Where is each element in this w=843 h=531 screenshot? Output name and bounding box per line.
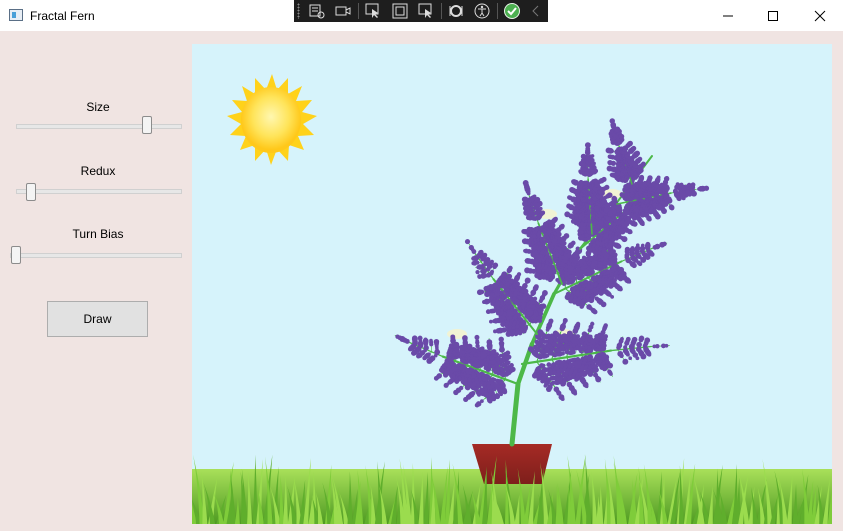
- fern-scene: [192, 74, 832, 524]
- track-focus-icon[interactable]: [417, 2, 435, 20]
- layout-adorner-icon[interactable]: [391, 2, 409, 20]
- collapse-chevron-icon[interactable]: [527, 2, 545, 20]
- maximize-icon: [768, 10, 778, 21]
- turn-bias-slider[interactable]: [10, 253, 182, 258]
- redux-slider[interactable]: [16, 189, 182, 194]
- maximize-button[interactable]: [750, 0, 796, 31]
- grip-icon[interactable]: [297, 3, 300, 19]
- flower-pot: [472, 444, 552, 484]
- hot-reload-icon[interactable]: [447, 2, 465, 20]
- fern-canvas: [192, 44, 832, 524]
- redux-slider-thumb[interactable]: [26, 183, 36, 201]
- debug-toolbar: [294, 0, 548, 22]
- turn-bias-label: Turn Bias: [72, 227, 124, 241]
- sun-icon: [227, 74, 317, 165]
- app-icon: [9, 9, 23, 21]
- turn-bias-slider-thumb[interactable]: [11, 246, 21, 264]
- draw-button[interactable]: Draw: [47, 301, 148, 337]
- accessibility-icon[interactable]: [473, 2, 491, 20]
- close-icon: [814, 10, 826, 21]
- fern-plant: [394, 118, 710, 447]
- window-title: Fractal Fern: [30, 9, 95, 23]
- toolbar-separator: [441, 3, 442, 19]
- size-slider[interactable]: [16, 124, 182, 129]
- title-bar: Fractal Fern: [0, 0, 843, 31]
- live-tree-icon[interactable]: [308, 2, 326, 20]
- minimize-icon: [723, 15, 733, 16]
- redux-label: Redux: [80, 164, 116, 178]
- checkmark-icon[interactable]: [503, 2, 521, 20]
- select-element-icon[interactable]: [364, 2, 382, 20]
- size-slider-thumb[interactable]: [142, 116, 152, 134]
- toolbar-separator: [358, 3, 359, 19]
- toolbar-separator: [497, 3, 498, 19]
- close-button[interactable]: [797, 0, 843, 31]
- camera-icon[interactable]: [334, 2, 352, 20]
- minimize-button[interactable]: [705, 0, 751, 31]
- size-label: Size: [86, 100, 110, 114]
